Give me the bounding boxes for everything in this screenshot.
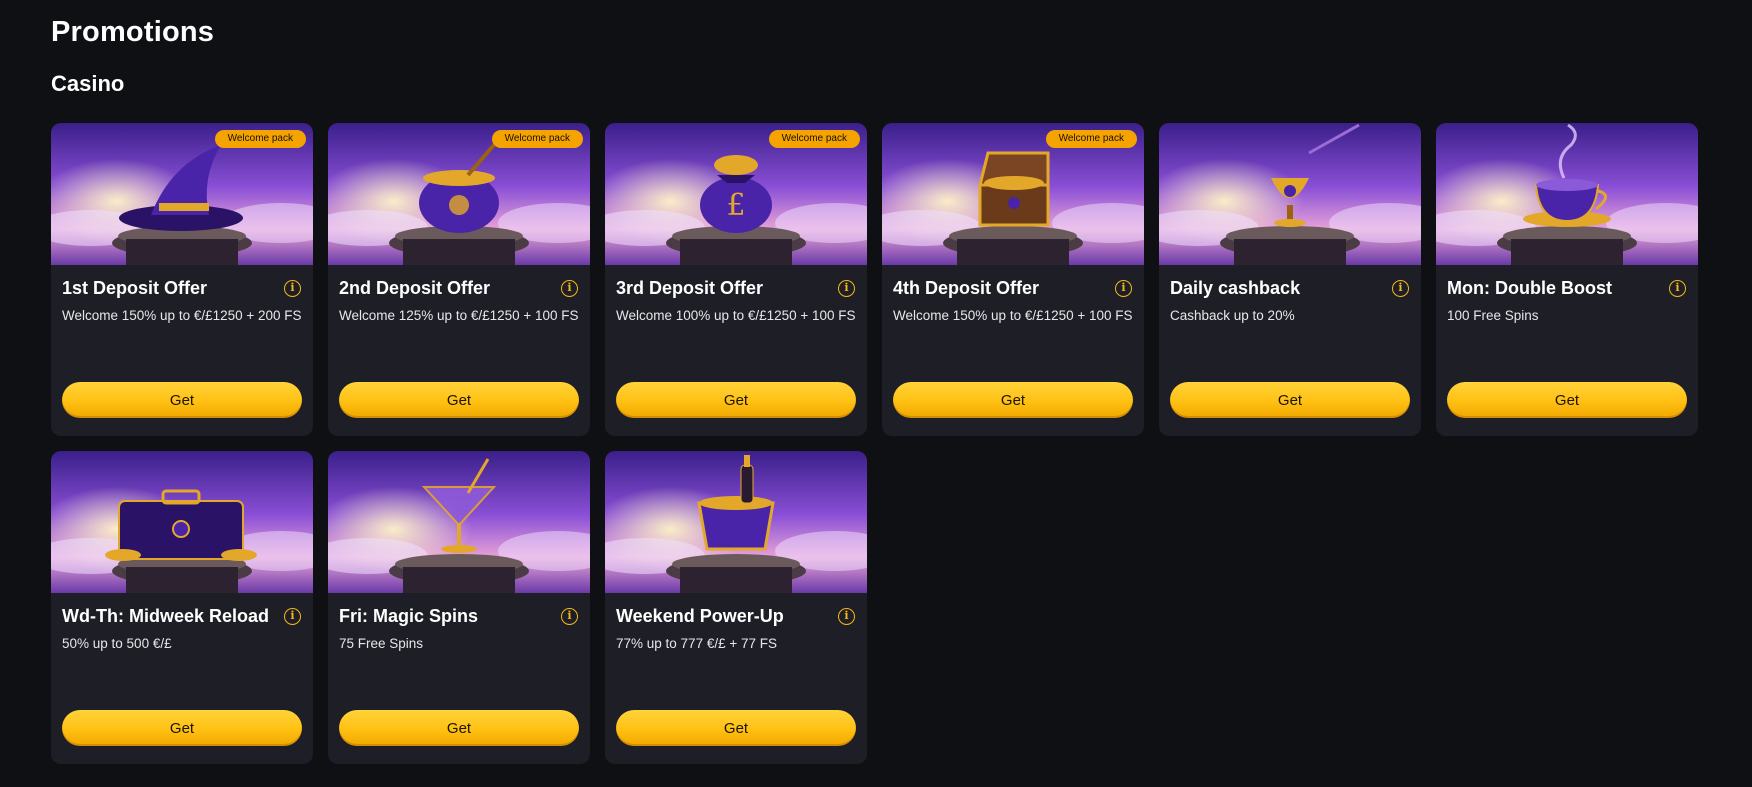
promo-card: Fri: Magic Spins i 75 Free Spins Get [328,451,590,764]
promo-card-header: Daily cashback i [1159,265,1421,300]
promo-title: Mon: Double Boost [1447,277,1612,298]
promo-description: Cashback up to 20% [1170,308,1295,323]
promo-card-header: Wd-Th: Midweek Reload i [51,593,313,628]
promo-card-header: Weekend Power-Up i [605,593,867,628]
promo-image [1436,123,1698,265]
info-icon[interactable]: i [1115,279,1132,297]
promo-title: Daily cashback [1170,277,1301,298]
promotions-page: Promotions Casino Welcome pack 1st Depos… [0,0,1752,787]
promo-card: Wd-Th: Midweek Reload i 50% up to 500 €/… [51,451,313,764]
info-icon[interactable]: i [561,279,578,297]
promo-image: Welcome pack [51,123,313,265]
promo-image [1159,123,1421,265]
get-promo-button[interactable]: Get [339,710,579,746]
info-icon[interactable]: i [284,279,301,297]
promo-title: 3rd Deposit Offer [616,277,764,298]
info-icon[interactable]: i [561,607,578,625]
promo-description: Welcome 100% up to €/£1250 + 100 FS [616,308,856,323]
promo-card-header: 2nd Deposit Offer i [328,265,590,300]
promo-title: 2nd Deposit Offer [339,277,491,298]
promo-title: 1st Deposit Offer [62,277,208,298]
promo-image: £ Welcome pack [605,123,867,265]
promo-description: Welcome 150% up to €/£1250 + 200 FS [62,308,302,323]
get-promo-button[interactable]: Get [339,382,579,418]
get-promo-button[interactable]: Get [616,382,856,418]
promo-title: Wd-Th: Midweek Reload [62,605,269,626]
get-promo-button[interactable]: Get [616,710,856,746]
promo-title: Weekend Power-Up [616,605,784,626]
get-promo-button[interactable]: Get [62,710,302,746]
promo-card-header: 1st Deposit Offer i [51,265,313,300]
info-icon[interactable]: i [1392,279,1409,297]
promo-card: £ Welcome pack 3rd Deposit Offer i Welco… [605,123,867,436]
section-title-casino: Casino [51,71,125,96]
get-promo-button[interactable]: Get [62,382,302,418]
promo-description: 50% up to 500 €/£ [62,636,172,651]
champagne-bucket-illustration [605,451,867,593]
promo-card: Weekend Power-Up i 77% up to 777 €/£ + 7… [605,451,867,764]
promo-image: Welcome pack [328,123,590,265]
promo-card-header: Mon: Double Boost i [1436,265,1698,300]
promo-card: Welcome pack 4th Deposit Offer i Welcome… [882,123,1144,436]
promo-image [605,451,867,593]
promo-description: Welcome 150% up to €/£1250 + 100 FS [893,308,1133,323]
promo-card: Welcome pack 1st Deposit Offer i Welcome… [51,123,313,436]
promo-card: Welcome pack 2nd Deposit Offer i Welcome… [328,123,590,436]
goblet-illustration [1159,123,1421,265]
promo-card-header: 4th Deposit Offer i [882,265,1144,300]
promo-title: Fri: Magic Spins [339,605,479,626]
promo-description: 100 Free Spins [1447,308,1539,323]
info-icon[interactable]: i [838,607,855,625]
promo-card-header: 3rd Deposit Offer i [605,265,867,300]
promo-description: 77% up to 777 €/£ + 77 FS [616,636,777,651]
promo-image [51,451,313,593]
welcome-pack-badge: Welcome pack [1045,130,1137,148]
briefcase-illustration [51,451,313,593]
get-promo-button[interactable]: Get [1447,382,1687,418]
promotions-grid: Welcome pack 1st Deposit Offer i Welcome… [51,123,1698,764]
promo-title: 4th Deposit Offer [893,277,1040,298]
welcome-pack-badge: Welcome pack [768,130,860,148]
svg-text:£: £ [726,188,745,223]
get-promo-button[interactable]: Get [1170,382,1410,418]
promo-image [328,451,590,593]
teacup-illustration [1436,123,1698,265]
info-icon[interactable]: i [284,607,301,625]
info-icon[interactable]: i [838,279,855,297]
promo-image: Welcome pack [882,123,1144,265]
info-icon[interactable]: i [1669,279,1686,297]
promo-description: 75 Free Spins [339,636,424,651]
page-title: Promotions [51,16,215,48]
promo-card: Daily cashback i Cashback up to 20% Get [1159,123,1421,436]
welcome-pack-badge: Welcome pack [214,130,306,148]
welcome-pack-badge: Welcome pack [491,130,583,148]
promo-card: Mon: Double Boost i 100 Free Spins Get [1436,123,1698,436]
cocktail-glass-illustration [328,451,590,593]
promo-description: Welcome 125% up to €/£1250 + 100 FS [339,308,579,323]
promo-card-header: Fri: Magic Spins i [328,593,590,628]
get-promo-button[interactable]: Get [893,382,1133,418]
